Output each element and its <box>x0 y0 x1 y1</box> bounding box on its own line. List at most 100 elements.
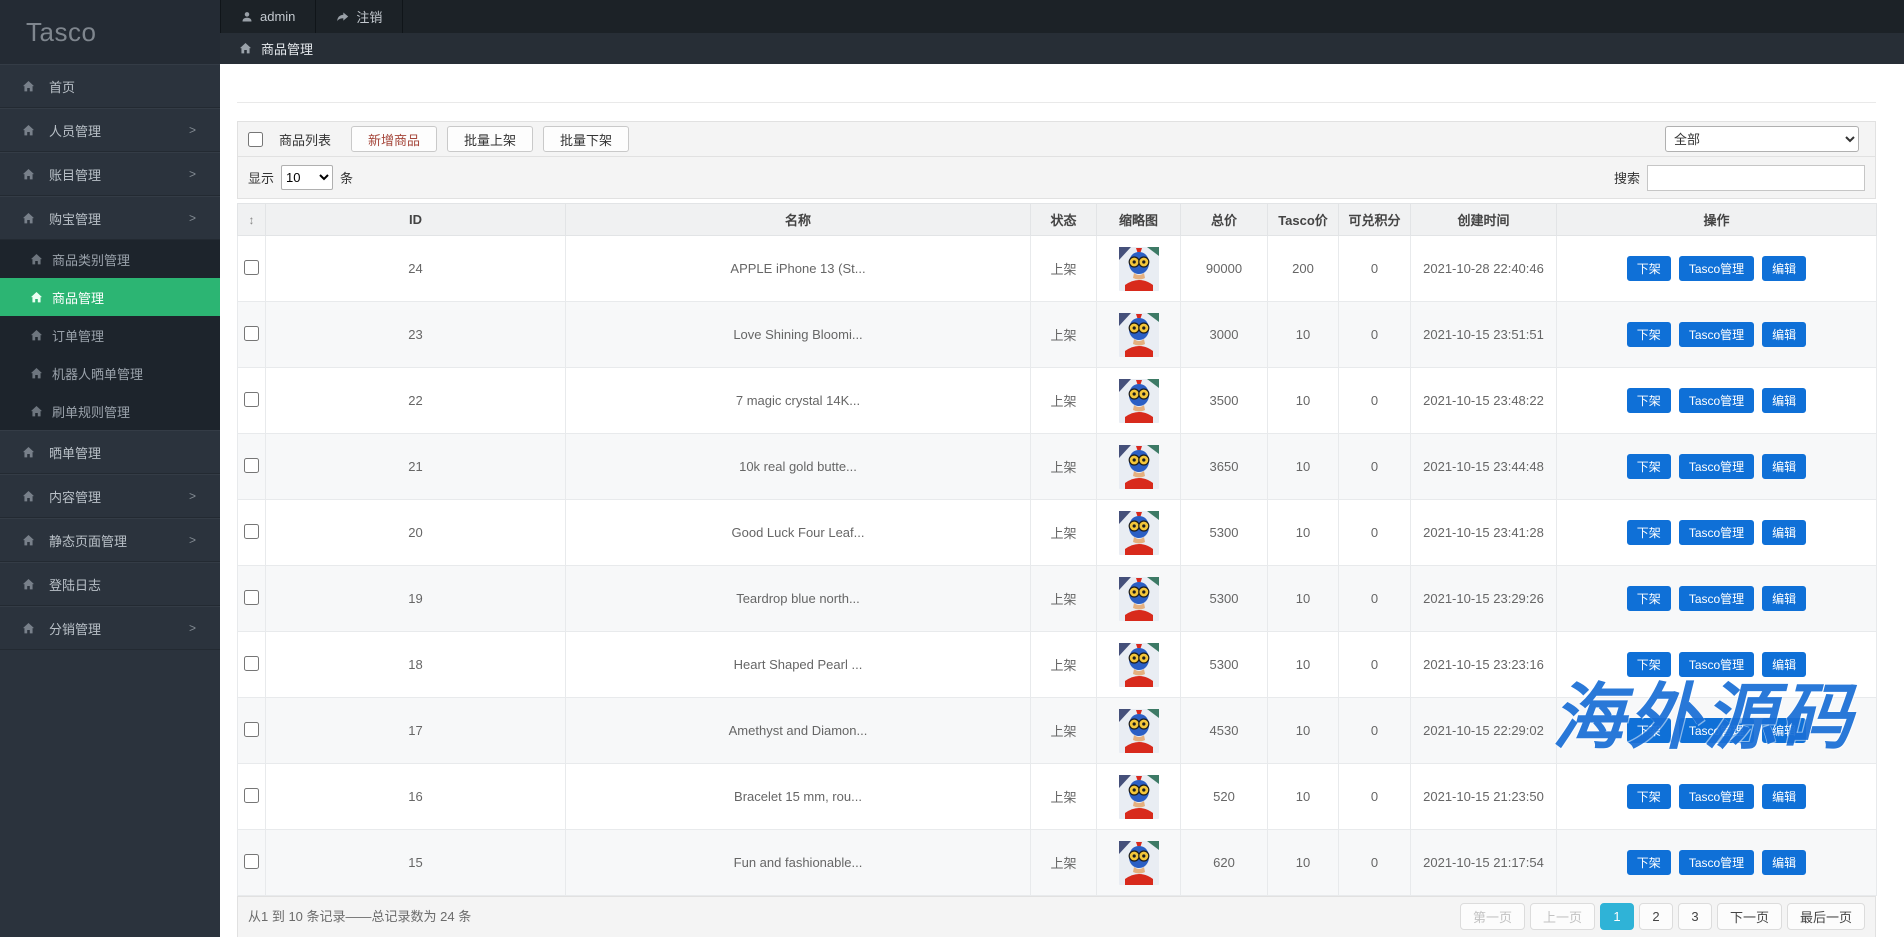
edit-button[interactable]: 编辑 <box>1762 256 1806 281</box>
sidebar-item-order-management[interactable]: 订单管理 <box>0 316 220 354</box>
row-total-price: 3000 <box>1181 302 1268 368</box>
page-next-button[interactable]: 下一页 <box>1717 903 1782 930</box>
chevron-right-icon: > <box>189 489 196 503</box>
row-thumbnail-cell <box>1097 830 1181 896</box>
off-shelf-button[interactable]: 下架 <box>1627 388 1671 413</box>
off-shelf-button[interactable]: 下架 <box>1627 454 1671 479</box>
page-size-select[interactable]: 10 <box>281 165 333 190</box>
off-shelf-button[interactable]: 下架 <box>1627 256 1671 281</box>
row-checkbox[interactable] <box>244 656 259 671</box>
table-row: 2110k real gold butte...上架36501002021-10… <box>238 434 1877 500</box>
tasco-manage-button[interactable]: Tasco管理 <box>1679 388 1754 413</box>
edit-button[interactable]: 编辑 <box>1762 388 1806 413</box>
row-thumbnail-cell <box>1097 434 1181 500</box>
row-checkbox[interactable] <box>244 722 259 737</box>
sidebar-item-home[interactable]: 首页 <box>0 64 220 108</box>
sidebar-item-account-management[interactable]: 账目管理> <box>0 152 220 196</box>
unit-label: 条 <box>340 168 353 187</box>
edit-button[interactable]: 编辑 <box>1762 586 1806 611</box>
row-checkbox[interactable] <box>244 260 259 275</box>
row-checkbox[interactable] <box>244 326 259 341</box>
edit-button[interactable]: 编辑 <box>1762 520 1806 545</box>
topbar-user[interactable]: admin <box>220 0 316 33</box>
off-shelf-button[interactable]: 下架 <box>1627 850 1671 875</box>
sidebar-item-static-page-management[interactable]: 静态页面管理> <box>0 518 220 562</box>
batch-onshelf-button[interactable]: 批量上架 <box>447 126 533 152</box>
topbar-logout[interactable]: 注销 <box>316 0 403 33</box>
page-1-button[interactable]: 1 <box>1600 903 1634 930</box>
category-filter-select[interactable]: 全部 <box>1665 126 1859 152</box>
row-name: Good Luck Four Leaf... <box>566 500 1031 566</box>
row-status: 上架 <box>1031 368 1097 434</box>
row-thumbnail-cell <box>1097 632 1181 698</box>
edit-button[interactable]: 编辑 <box>1762 454 1806 479</box>
row-status: 上架 <box>1031 236 1097 302</box>
row-checkbox[interactable] <box>244 392 259 407</box>
page-last-button[interactable]: 最后一页 <box>1787 903 1865 930</box>
page-first-button[interactable]: 第一页 <box>1460 903 1525 930</box>
sidebar-item-label: 晒单管理 <box>49 443 101 462</box>
sidebar-item-brush-order-rules-management[interactable]: 刷单规则管理 <box>0 392 220 430</box>
sidebar-item-review-management[interactable]: 晒单管理 <box>0 430 220 474</box>
row-total-price: 3650 <box>1181 434 1268 500</box>
row-id: 20 <box>266 500 566 566</box>
edit-button[interactable]: 编辑 <box>1762 322 1806 347</box>
page-2-button[interactable]: 2 <box>1639 903 1673 930</box>
sidebar-item-shopping-management[interactable]: 购宝管理> <box>0 196 220 240</box>
table-row: 18Heart Shaped Pearl ...上架53001002021-10… <box>238 632 1877 698</box>
row-name: Amethyst and Diamon... <box>566 698 1031 764</box>
row-checkbox[interactable] <box>244 524 259 539</box>
row-select-cell <box>238 302 266 368</box>
row-points: 0 <box>1339 830 1411 896</box>
off-shelf-button[interactable]: 下架 <box>1627 322 1671 347</box>
row-checkbox[interactable] <box>244 458 259 473</box>
edit-button[interactable]: 编辑 <box>1762 850 1806 875</box>
row-select-cell <box>238 830 266 896</box>
row-status: 上架 <box>1031 698 1097 764</box>
product-thumbnail-image <box>1119 841 1159 885</box>
row-checkbox[interactable] <box>244 590 259 605</box>
page-prev-button[interactable]: 上一页 <box>1530 903 1595 930</box>
tasco-manage-button[interactable]: Tasco管理 <box>1679 322 1754 347</box>
tasco-manage-button[interactable]: Tasco管理 <box>1679 520 1754 545</box>
edit-button[interactable]: 编辑 <box>1762 784 1806 809</box>
sort-column-header[interactable]: ↕ <box>238 204 266 236</box>
tasco-manage-button[interactable]: Tasco管理 <box>1679 652 1754 677</box>
tasco-manage-button[interactable]: Tasco管理 <box>1679 784 1754 809</box>
off-shelf-button[interactable]: 下架 <box>1627 652 1671 677</box>
sidebar-item-robot-review-management[interactable]: 机器人晒单管理 <box>0 354 220 392</box>
row-thumbnail-cell <box>1097 236 1181 302</box>
tasco-manage-button[interactable]: Tasco管理 <box>1679 256 1754 281</box>
sidebar-item-label: 商品管理 <box>52 288 104 307</box>
row-checkbox[interactable] <box>244 788 259 803</box>
home-icon <box>30 291 43 304</box>
edit-button[interactable]: 编辑 <box>1762 718 1806 743</box>
row-total-price: 5300 <box>1181 566 1268 632</box>
row-checkbox[interactable] <box>244 854 259 869</box>
edit-button[interactable]: 编辑 <box>1762 652 1806 677</box>
row-points: 0 <box>1339 434 1411 500</box>
home-icon <box>22 212 35 225</box>
select-all-checkbox[interactable] <box>248 132 263 147</box>
sidebar-item-distribution-management[interactable]: 分销管理> <box>0 606 220 650</box>
off-shelf-button[interactable]: 下架 <box>1627 784 1671 809</box>
tasco-manage-button[interactable]: Tasco管理 <box>1679 586 1754 611</box>
row-id: 21 <box>266 434 566 500</box>
tasco-manage-button[interactable]: Tasco管理 <box>1679 850 1754 875</box>
tasco-manage-button[interactable]: Tasco管理 <box>1679 718 1754 743</box>
add-product-button[interactable]: 新增商品 <box>351 126 437 152</box>
off-shelf-button[interactable]: 下架 <box>1627 586 1671 611</box>
sidebar-item-product-management[interactable]: 商品管理 <box>0 278 220 316</box>
tasco-manage-button[interactable]: Tasco管理 <box>1679 454 1754 479</box>
row-created-time: 2021-10-15 21:23:50 <box>1411 764 1557 830</box>
sidebar-item-product-category-management[interactable]: 商品类别管理 <box>0 240 220 278</box>
sidebar-item-login-logs[interactable]: 登陆日志 <box>0 562 220 606</box>
off-shelf-button[interactable]: 下架 <box>1627 718 1671 743</box>
off-shelf-button[interactable]: 下架 <box>1627 520 1671 545</box>
batch-offshelf-button[interactable]: 批量下架 <box>543 126 629 152</box>
search-input[interactable] <box>1647 165 1865 191</box>
sidebar-item-content-management[interactable]: 内容管理> <box>0 474 220 518</box>
row-total-price: 5300 <box>1181 632 1268 698</box>
page-3-button[interactable]: 3 <box>1678 903 1712 930</box>
sidebar-item-personnel-management[interactable]: 人员管理> <box>0 108 220 152</box>
